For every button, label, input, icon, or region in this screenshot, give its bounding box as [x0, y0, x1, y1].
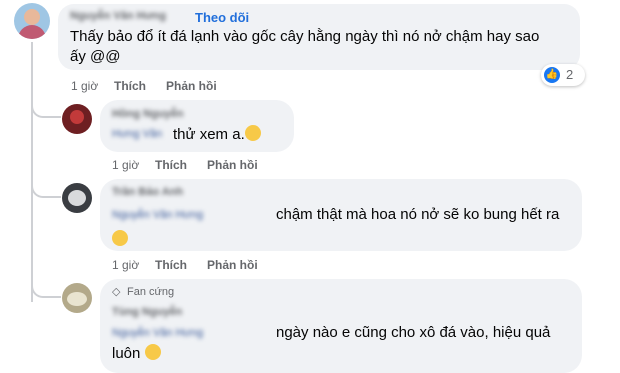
comment-author[interactable]: Tùng Nguyễn: [112, 306, 182, 318]
avatar[interactable]: [62, 104, 92, 134]
reply-button[interactable]: Phản hồi: [207, 258, 258, 272]
comment-text-content: luôn: [112, 345, 141, 362]
laughing-emoji-icon: [144, 344, 161, 360]
comment-author[interactable]: Nguyễn Văn Hưng: [70, 10, 166, 22]
thread-line: [31, 42, 33, 302]
comment-text: Thấy bảo đổ ít đá lạnh vào gốc cây hằng …: [70, 28, 540, 45]
reply-button[interactable]: Phản hồi: [166, 79, 217, 93]
reaction-summary[interactable]: 👍 2: [541, 64, 585, 86]
comment-text: ấy @@: [70, 48, 121, 65]
reaction-count: 2: [566, 67, 574, 82]
reply-button[interactable]: Phản hồi: [207, 158, 258, 172]
thread-connector: [31, 176, 61, 198]
comment-text: chậm thật mà hoa nó nở sẽ ko bung hết ra: [276, 206, 560, 223]
comment-time[interactable]: 1 giờ: [112, 158, 139, 172]
avatar[interactable]: [62, 283, 92, 313]
comment-text: ngày nào e cũng cho xô đá vào, hiệu quả: [276, 324, 551, 341]
like-button[interactable]: Thích: [155, 158, 187, 172]
like-button[interactable]: Thích: [155, 258, 187, 272]
mention-tag[interactable]: Hưng Văn: [112, 128, 162, 140]
comment-text: luôn: [112, 344, 161, 362]
avatar[interactable]: [14, 3, 50, 39]
avatar[interactable]: [62, 183, 92, 213]
mention-tag[interactable]: Nguyễn Văn Hưng: [112, 209, 203, 221]
fan-badge: Fan cứng: [127, 286, 175, 298]
thread-connector: [31, 276, 61, 298]
thread-connector: [31, 96, 61, 118]
comment-time[interactable]: 1 giờ: [112, 258, 139, 272]
comment-time[interactable]: 1 giờ: [71, 79, 98, 93]
like-reaction-icon: 👍: [544, 67, 560, 83]
comment-text-content: thử xem a.: [173, 126, 245, 143]
comment-author[interactable]: Hồng Nguyễn: [112, 108, 184, 120]
mention-tag[interactable]: Nguyễn Văn Hưng: [112, 327, 203, 339]
laughing-emoji-icon: [112, 230, 128, 246]
diamond-icon: ◇: [112, 286, 121, 298]
comment-author[interactable]: Trần Bảo Anh: [112, 186, 183, 198]
follow-link[interactable]: Theo dõi: [195, 10, 249, 25]
like-button[interactable]: Thích: [114, 79, 146, 93]
smile-emoji-icon: [244, 125, 261, 141]
comment-text: thử xem a.: [173, 125, 261, 143]
